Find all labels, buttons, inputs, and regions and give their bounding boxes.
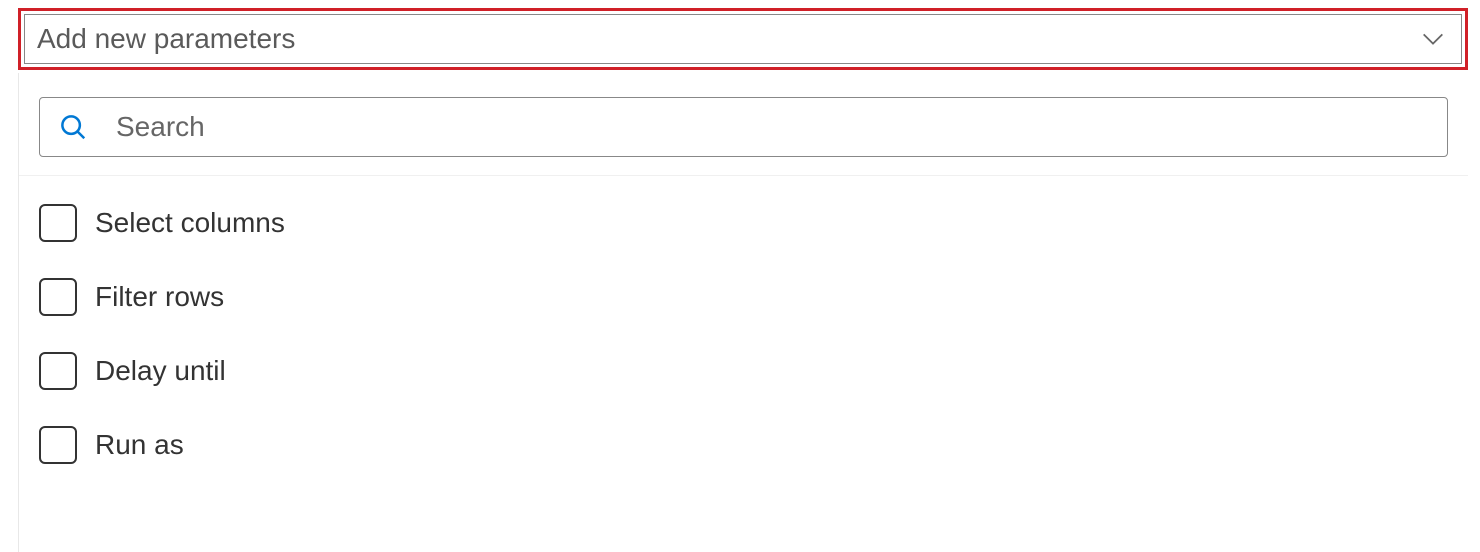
option-label: Run as (95, 429, 184, 461)
checkbox[interactable] (39, 352, 77, 390)
chevron-down-icon (1419, 25, 1447, 53)
checkbox[interactable] (39, 204, 77, 242)
checkbox[interactable] (39, 278, 77, 316)
search-input[interactable] (116, 111, 1429, 143)
search-icon (58, 112, 88, 142)
option-select-columns[interactable]: Select columns (39, 186, 1448, 260)
checkbox[interactable] (39, 426, 77, 464)
add-parameters-dropdown[interactable]: Add new parameters (18, 8, 1468, 70)
option-label: Delay until (95, 355, 226, 387)
dropdown-label: Add new parameters (37, 23, 295, 55)
option-delay-until[interactable]: Delay until (39, 334, 1448, 408)
options-list: Select columns Filter rows Delay until R… (19, 176, 1468, 482)
option-label: Filter rows (95, 281, 224, 313)
search-box[interactable] (39, 97, 1448, 157)
option-label: Select columns (95, 207, 285, 239)
option-filter-rows[interactable]: Filter rows (39, 260, 1448, 334)
search-container (19, 73, 1468, 176)
dropdown-panel: Select columns Filter rows Delay until R… (18, 73, 1468, 552)
option-run-as[interactable]: Run as (39, 408, 1448, 482)
